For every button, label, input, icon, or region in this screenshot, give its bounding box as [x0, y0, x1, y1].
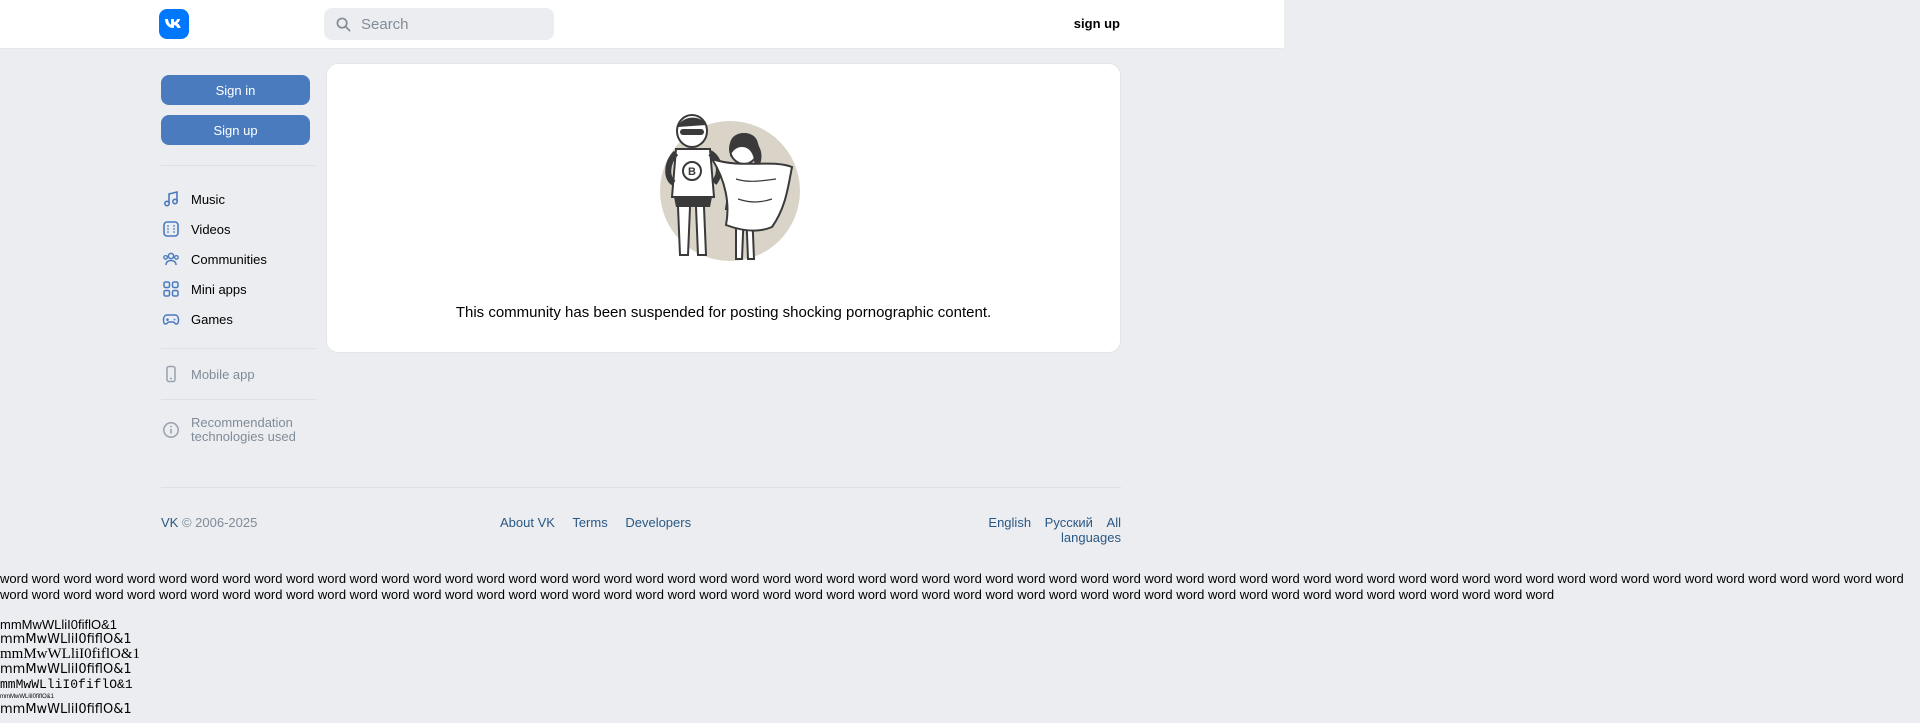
sidebar-item-games[interactable]: Games [161, 304, 316, 334]
search-box[interactable] [324, 8, 554, 40]
sidebar-item-communities[interactable]: Communities [161, 244, 316, 274]
gamepad-icon [161, 309, 181, 329]
copyright-text: © 2006-2025 [178, 515, 258, 530]
sidebar-item-label: Recommendation technologies used [191, 415, 296, 444]
probe-line: mmMwWLliI0fiflO&1 [0, 617, 118, 632]
svg-text:B: B [688, 166, 696, 178]
info-icon [161, 420, 181, 440]
probe-line: mmMwWLliI0fiflO&1 [0, 662, 132, 677]
vk-logo[interactable] [159, 9, 189, 39]
header-signup-link[interactable]: sign up [1070, 16, 1120, 31]
video-icon [161, 219, 181, 239]
sidebar-item-label: Communities [191, 251, 267, 267]
probe-line: mmMwWLliI0fiflO&1 [0, 694, 55, 700]
probe-lines: mmMwWLliI0fiflO&1 mmMwWLliI0fiflO&1 mmMw… [0, 617, 1920, 717]
sign-in-button[interactable]: Sign in [161, 75, 310, 105]
sidebar-item-recommendation[interactable]: Recommendation technologies used [161, 410, 316, 450]
sidebar-item-label: Games [191, 311, 233, 327]
footer-divider [161, 487, 1121, 488]
search-icon [336, 17, 351, 31]
sidebar-item-label: Mini apps [191, 281, 247, 297]
sidebar: Sign in Sign up Music Videos Communities… [161, 75, 316, 450]
font-probe: word word word word word word word word … [0, 571, 1920, 717]
music-note-icon [161, 189, 181, 209]
probe-line: mmMwWLliI0fiflO&1 [0, 702, 132, 717]
sidebar-divider [161, 165, 316, 166]
footer-link-about[interactable]: About VK [500, 515, 555, 530]
sidebar-item-music[interactable]: Music [161, 184, 316, 214]
superhero-couple-illustration: B [652, 109, 802, 269]
sidebar-divider [161, 399, 316, 400]
language-english[interactable]: English [988, 515, 1031, 530]
sidebar-divider [161, 348, 316, 349]
suspended-community-card: B This community has been suspended for … [326, 63, 1121, 353]
probe-line: mmMwWLliI0fiflO&1 [0, 677, 133, 692]
footer-links: About VK Terms Developers [500, 515, 705, 530]
sidebar-item-label: Music [191, 191, 225, 207]
sidebar-item-mobile-app[interactable]: Mobile app [161, 359, 316, 389]
users-icon [161, 249, 181, 269]
top-bar: sign up [0, 0, 1284, 49]
footer-link-developers[interactable]: Developers [625, 515, 691, 530]
language-russian[interactable]: Русский [1045, 515, 1093, 530]
sidebar-item-label: Videos [191, 221, 231, 237]
search-input[interactable] [359, 14, 543, 34]
sidebar-item-label: Mobile app [191, 366, 255, 382]
smartphone-icon [161, 364, 181, 384]
vk-logo-icon [165, 19, 181, 28]
sidebar-item-videos[interactable]: Videos [161, 214, 316, 244]
sidebar-item-mini-apps[interactable]: Mini apps [161, 274, 316, 304]
probe-words: word word word word word word word word … [0, 571, 1904, 602]
probe-line: mmMwWLliI0fiflO&1 [0, 632, 132, 647]
suspension-message: This community has been suspended for po… [455, 304, 992, 321]
footer-link-terms[interactable]: Terms [572, 515, 607, 530]
footer-brand-link[interactable]: VK [161, 515, 178, 530]
footer-languages: English Русский All languages [930, 515, 1121, 545]
apps-grid-icon [161, 279, 181, 299]
footer-copyright: VK © 2006-2025 [161, 515, 257, 530]
sign-up-button[interactable]: Sign up [161, 115, 310, 145]
probe-line: mmMwWLliI0fiflO&1 [0, 646, 140, 662]
